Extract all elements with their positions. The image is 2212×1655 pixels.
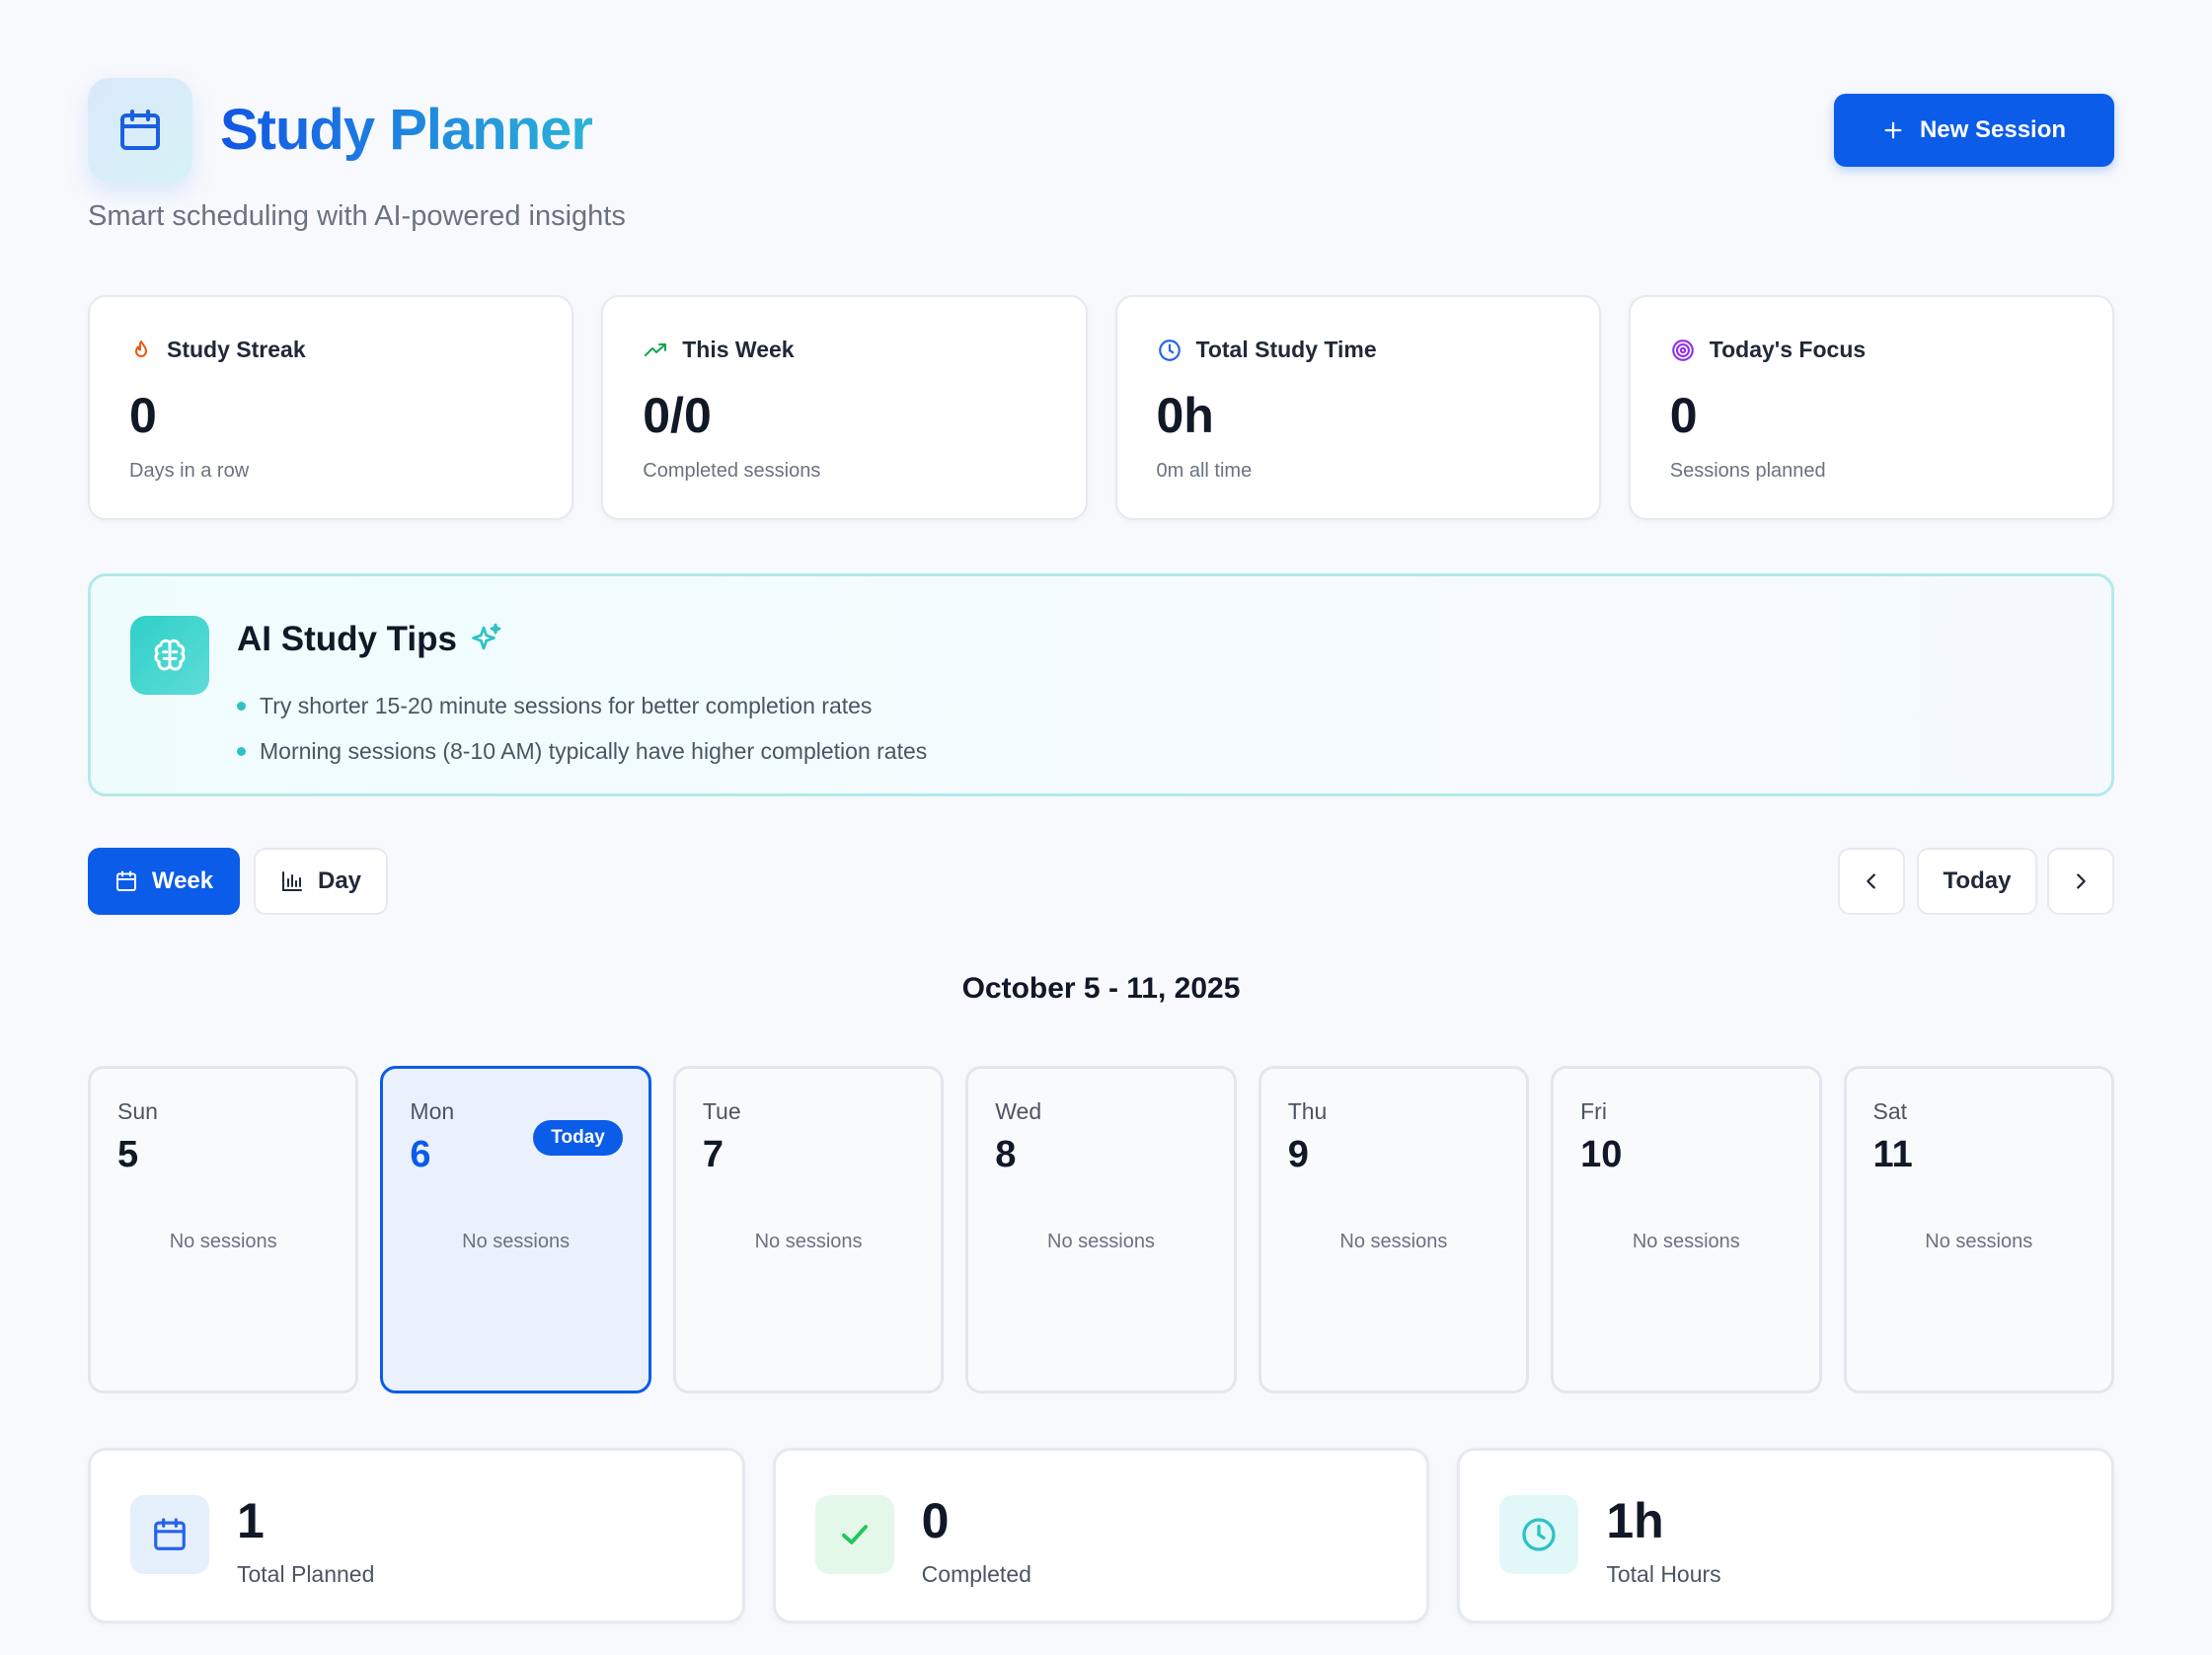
- flame-icon: [135, 339, 147, 357]
- no-sessions-text: No sessions: [462, 1231, 571, 1252]
- today-badge: Today: [533, 1120, 623, 1156]
- no-sessions-text: No sessions: [1632, 1231, 1740, 1252]
- day-view-button[interactable]: Day: [254, 848, 388, 915]
- day-card-wed[interactable]: Wed 8 No sessions: [965, 1066, 1237, 1393]
- new-session-label: New Session: [1919, 116, 2067, 143]
- day-number: 10: [1580, 1134, 1623, 1175]
- summary-value: 1h: [1606, 1493, 1664, 1548]
- calendar-icon: [88, 78, 192, 183]
- day-number: 9: [1287, 1134, 1309, 1175]
- app-subtitle: Smart scheduling with AI-powered insight…: [88, 200, 626, 232]
- summary-card-total-planned: 1 Total Planned: [88, 1448, 745, 1623]
- brain-icon: [130, 616, 209, 695]
- stat-sub: Completed sessions: [643, 460, 821, 482]
- chevron-left-icon: [1867, 873, 1875, 889]
- day-name: Sat: [1872, 1098, 1908, 1124]
- ai-study-tips-panel: AI Study Tips Try shorter 15-20 minute s…: [88, 573, 2114, 796]
- summary-row: 1 Total Planned 0 Completed 1h Total Hou…: [88, 1448, 2115, 1623]
- summary-label: Total Hours: [1606, 1561, 1721, 1587]
- stat-card-streak: Study Streak 0 Days in a row: [88, 295, 574, 520]
- view-controls: Week Day Today: [88, 848, 2114, 915]
- day-name: Sun: [117, 1098, 158, 1124]
- tip-item: Try shorter 15-20 minute sessions for be…: [237, 683, 927, 728]
- day-name: Wed: [995, 1098, 1042, 1124]
- day-number: 7: [702, 1134, 724, 1175]
- day-card-sat[interactable]: Sat 11 No sessions: [1843, 1066, 2114, 1393]
- header: Study Planner Smart scheduling with AI-p…: [88, 78, 2114, 275]
- calendar-icon: [115, 870, 136, 891]
- app-title: Study Planner: [220, 98, 593, 162]
- stat-sub: Days in a row: [129, 460, 250, 482]
- week-view-button[interactable]: Week: [88, 848, 240, 915]
- previous-week-button[interactable]: [1838, 848, 1905, 915]
- stat-label: Today's Focus: [1709, 337, 1867, 362]
- chevron-right-icon: [2077, 873, 2086, 889]
- stat-label: Study Streak: [167, 337, 306, 362]
- check-icon: [814, 1495, 894, 1574]
- no-sessions-text: No sessions: [1047, 1231, 1155, 1252]
- day-number: 11: [1872, 1134, 1913, 1175]
- day-card-fri[interactable]: Fri 10 No sessions: [1551, 1066, 1822, 1393]
- stats-row: Study Streak 0 Days in a row This Week 0…: [88, 295, 2114, 520]
- calendar-icon: [130, 1495, 209, 1574]
- study-planner-page: Study Planner Smart scheduling with AI-p…: [88, 78, 2115, 1623]
- tip-item: Morning sessions (8-10 AM) typically hav…: [237, 728, 927, 774]
- day-name: Mon: [410, 1098, 455, 1124]
- day-number: 5: [117, 1134, 139, 1175]
- no-sessions-text: No sessions: [754, 1231, 863, 1252]
- target-icon: [1671, 339, 1694, 361]
- week-label: Week: [151, 867, 214, 894]
- day-name: Fri: [1580, 1098, 1607, 1124]
- day-number: 8: [995, 1134, 1017, 1175]
- summary-label: Completed: [921, 1561, 1031, 1587]
- plus-icon: [1884, 121, 1902, 139]
- day-card-tue[interactable]: Tue 7 No sessions: [672, 1066, 945, 1393]
- day-card-thu[interactable]: Thu 9 No sessions: [1258, 1066, 1530, 1393]
- no-sessions-text: No sessions: [169, 1231, 277, 1252]
- clock-icon: [1158, 339, 1181, 361]
- day-card-mon[interactable]: Mon 6 Today No sessions: [380, 1066, 651, 1393]
- summary-card-total-hours: 1h Total Hours: [1457, 1448, 2115, 1623]
- no-sessions-text: No sessions: [1339, 1231, 1448, 1252]
- date-range-title: October 5 - 11, 2025: [961, 972, 1241, 1005]
- next-week-button[interactable]: [2047, 848, 2114, 915]
- stat-label: This Week: [682, 337, 795, 362]
- stat-label: Total Study Time: [1195, 337, 1377, 362]
- stat-value: 0: [1669, 388, 1698, 443]
- day-card-sun[interactable]: Sun 5 No sessions: [88, 1066, 359, 1393]
- stat-sub: 0m all time: [1156, 460, 1253, 482]
- tips-list: Try shorter 15-20 minute sessions for be…: [237, 683, 927, 774]
- new-session-button[interactable]: New Session: [1834, 94, 2114, 167]
- today-button[interactable]: Today: [1917, 848, 2037, 915]
- summary-value: 0: [921, 1493, 950, 1548]
- week-grid: Sun 5 No sessions Mon 6 Today No session…: [88, 1066, 2114, 1393]
- bar-chart-icon: [281, 871, 302, 891]
- stat-card-total-time: Total Study Time 0h 0m all time: [1114, 295, 1601, 520]
- stat-value: 0: [129, 388, 157, 443]
- stat-card-this-week: This Week 0/0 Completed sessions: [601, 295, 1088, 520]
- sparkles-icon: [472, 623, 501, 650]
- stat-value: 0/0: [643, 388, 712, 443]
- summary-card-completed: 0 Completed: [772, 1448, 1430, 1623]
- tips-title: AI Study Tips: [237, 620, 457, 658]
- clock-icon: [1499, 1495, 1579, 1574]
- day-name: Thu: [1287, 1098, 1328, 1124]
- stat-card-todays-focus: Today's Focus 0 Sessions planned: [1628, 295, 2114, 520]
- stat-sub: Sessions planned: [1669, 460, 1826, 482]
- summary-value: 1: [237, 1493, 265, 1548]
- stat-value: 0h: [1156, 388, 1214, 443]
- no-sessions-text: No sessions: [1925, 1231, 2033, 1252]
- trending-up-icon: [645, 342, 667, 356]
- day-name: Tue: [702, 1098, 741, 1124]
- day-label: Day: [317, 867, 362, 894]
- day-number: 6: [410, 1134, 431, 1175]
- summary-label: Total Planned: [237, 1561, 375, 1587]
